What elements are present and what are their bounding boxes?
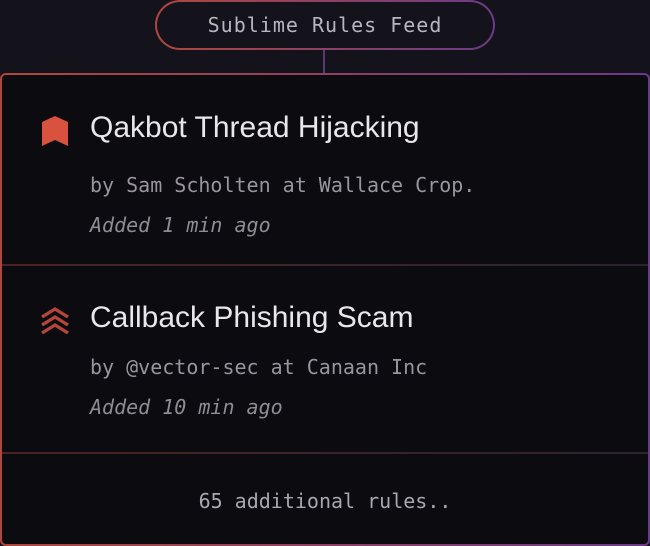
rule-added-time: Added 10 min ago: [90, 395, 283, 419]
rule-author: by @vector-sec at Canaan Inc: [90, 355, 428, 379]
rules-feed-card: Qakbot Thread Hijacking by Sam Scholten …: [0, 73, 650, 546]
divider: [2, 264, 648, 266]
rule-title[interactable]: Qakbot Thread Hijacking: [90, 111, 420, 145]
rule-author: by Sam Scholten at Wallace Crop.: [90, 173, 476, 197]
rule-added-time: Added 1 min ago: [90, 213, 271, 237]
rule-title[interactable]: Callback Phishing Scam: [90, 301, 413, 335]
connector-line: [323, 50, 325, 74]
additional-rules-link[interactable]: 65 additional rules..: [2, 489, 648, 513]
divider: [2, 452, 648, 454]
feed-title: Sublime Rules Feed: [207, 13, 443, 37]
severity-high-flag-icon: [42, 116, 68, 146]
severity-chevrons-up-icon: [41, 307, 69, 335]
feed-title-pill[interactable]: Sublime Rules Feed: [155, 0, 495, 50]
